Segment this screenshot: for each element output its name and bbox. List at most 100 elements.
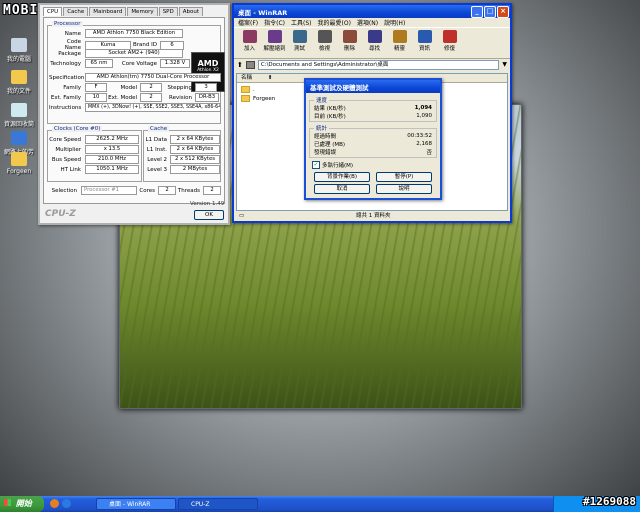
close-button[interactable]: × <box>497 6 509 18</box>
pause-button[interactable]: 暫停(P) <box>376 172 432 182</box>
desktop-icon-item[interactable]: 我的文件 <box>2 70 36 95</box>
threads-value: 2 <box>203 186 221 195</box>
tab-cpu[interactable]: CPU <box>43 7 63 16</box>
desktop-icon-label: 我的電腦 <box>6 56 31 63</box>
ht-link-value: 1050.1 MHz <box>85 165 139 174</box>
toolbar-button[interactable]: 檢視 <box>313 28 336 58</box>
taskbar-item-cpuz[interactable]: CPU-Z <box>178 498 258 510</box>
maximize-button[interactable]: □ <box>484 6 496 18</box>
core-voltage-label: Core Voltage <box>121 60 157 67</box>
desktop-icon-item[interactable]: 資源回收筒 <box>2 103 36 128</box>
processed-value: 2,168 <box>416 141 432 147</box>
minimize-button[interactable]: _ <box>471 6 483 18</box>
cpuz-tab-bar: CPU Cache Mainboard Memory SPD About <box>40 5 228 16</box>
desktop-icon-item[interactable]: 我的電腦 <box>2 38 36 63</box>
level3-label: Level 3 <box>147 166 167 173</box>
taskbar-item-winrar[interactable]: 桌面 - WinRAR <box>96 498 176 510</box>
toolbar-button[interactable]: 測試 <box>288 28 311 58</box>
current-value: 1,090 <box>416 113 432 119</box>
ext-family-label: Ext. Family <box>50 94 81 101</box>
tab-memory[interactable]: Memory <box>127 7 158 16</box>
technology-value: 65 nm <box>85 59 113 68</box>
errors-value: 否 <box>426 150 432 156</box>
tab-cache[interactable]: Cache <box>63 7 89 16</box>
watermark-id: #1269088 <box>583 495 636 508</box>
desktop-icon-item[interactable]: Forgeen <box>2 152 36 175</box>
package-label: Package <box>58 50 81 57</box>
cores-label: Cores <box>139 187 155 194</box>
specification-label: Specification <box>49 74 85 81</box>
package-value: Socket AM2+ (940) <box>85 49 183 58</box>
winrar-toolbar: 加入 解壓縮到 測試 檢視 刪除 尋找 精靈 資訊 修復 <box>234 27 510 59</box>
cpuz-window: CPU Cache Mainboard Memory SPD About Processo… <box>38 3 230 225</box>
toolbar-button[interactable]: 加入 <box>238 28 261 58</box>
winrar-title: 桌面 - WinRAR <box>238 8 288 17</box>
toolbar-label: 解壓縮到 <box>263 46 286 52</box>
l1-inst-label: L1 Inst. <box>146 146 167 153</box>
menu-item[interactable]: 我的最愛(O) <box>318 18 351 27</box>
taskbar: 開始 桌面 - WinRAR CPU-Z <box>0 496 640 512</box>
tab-spd[interactable]: SPD <box>158 7 178 16</box>
file-name: Forgeen <box>253 95 276 102</box>
find-icon <box>367 30 382 43</box>
menu-item[interactable]: 指令(C) <box>264 18 285 27</box>
toolbar-button[interactable]: 尋找 <box>363 28 386 58</box>
result-label: 結果 (KB/秒) <box>314 106 346 112</box>
menu-item[interactable]: 選項(N) <box>357 18 378 27</box>
view-icon <box>317 30 332 43</box>
speed-group-title: 速度 <box>314 96 330 104</box>
l1-data-value: 2 x 64 KBytes <box>170 135 220 144</box>
ie-quicklaunch-icon[interactable] <box>62 499 71 508</box>
drive-icon <box>245 60 255 69</box>
path-field[interactable]: C:\Documents and Settings\Administrator\… <box>257 59 500 70</box>
help-button[interactable]: 說明 <box>376 184 432 194</box>
specification-value: AMD Athlon(tm) 7750 Dual-Core Processor <box>85 73 221 82</box>
toolbar-button[interactable]: 解壓縮到 <box>263 28 286 58</box>
current-label: 目前 (KB/秒) <box>314 114 346 120</box>
firefox-quicklaunch-icon[interactable] <box>50 499 59 508</box>
dialog-title: 基準測試及硬體測試 <box>310 83 369 92</box>
processor-group-title: Processor <box>52 21 83 27</box>
up-folder-icon[interactable]: ⬆ <box>237 61 243 69</box>
toolbar-button[interactable]: 資訊 <box>413 28 436 58</box>
core-voltage-value: 1.328 V <box>160 59 190 68</box>
toolbar-button[interactable]: 精靈 <box>388 28 411 58</box>
cpuz-ok-button[interactable]: OK <box>194 210 224 220</box>
start-button[interactable]: 開始 <box>0 496 44 512</box>
selection-label: Selection <box>51 187 77 194</box>
l1-data-label: L1 Data <box>145 136 167 143</box>
toolbar-label: 修復 <box>443 46 455 52</box>
column-name-header[interactable]: 名稱 <box>241 75 252 81</box>
menu-item[interactable]: 工具(S) <box>291 18 312 27</box>
processed-label: 已處理 (MB) <box>314 142 346 148</box>
tab-about[interactable]: About <box>178 7 203 16</box>
address-bar: ⬆ C:\Documents and Settings\Administrato… <box>234 59 510 70</box>
background-button[interactable]: 背景作業(B) <box>314 172 370 182</box>
cache-group-title: Cache <box>148 126 170 132</box>
cpuz-version: Version 1.49 <box>190 201 225 207</box>
status-text: 總共 1 資料夾 <box>356 213 391 219</box>
recycle-bin-icon <box>11 103 27 117</box>
toolbar-button[interactable]: 刪除 <box>338 28 361 58</box>
delete-icon <box>342 30 357 43</box>
core-speed-value: 2625.2 MHz <box>85 135 139 144</box>
winrar-menu-bar: 檔案(F) 指令(C) 工具(S) 我的最愛(O) 選項(N) 說明(H) <box>234 18 510 27</box>
toolbar-button[interactable]: 修復 <box>438 28 461 58</box>
multithread-label: 多執行緒(M) <box>322 163 354 169</box>
menu-item[interactable]: 說明(H) <box>384 18 405 27</box>
processor-select[interactable]: Processor #1 <box>81 186 137 195</box>
menu-item[interactable]: 檔案(F) <box>238 18 258 27</box>
model-label: Model <box>120 84 137 91</box>
sort-up-icon: ⬆ <box>267 75 273 81</box>
winrar-status-bar: ▭ 總共 1 資料夾 <box>236 212 506 221</box>
elapsed-value: 00:33:52 <box>407 133 432 139</box>
desktop-icon-label: 我的文件 <box>6 88 31 95</box>
folder-icon <box>241 86 250 93</box>
toolbar-label: 檢視 <box>318 46 330 52</box>
my-computer-icon <box>11 38 27 52</box>
cancel-button[interactable]: 取消 <box>314 184 370 194</box>
path-dropdown-icon[interactable]: ▼ <box>502 61 507 68</box>
tab-mainboard[interactable]: Mainboard <box>89 7 127 16</box>
multithread-checkbox[interactable]: ✓ <box>312 161 320 169</box>
technology-label: Technology <box>50 60 81 67</box>
